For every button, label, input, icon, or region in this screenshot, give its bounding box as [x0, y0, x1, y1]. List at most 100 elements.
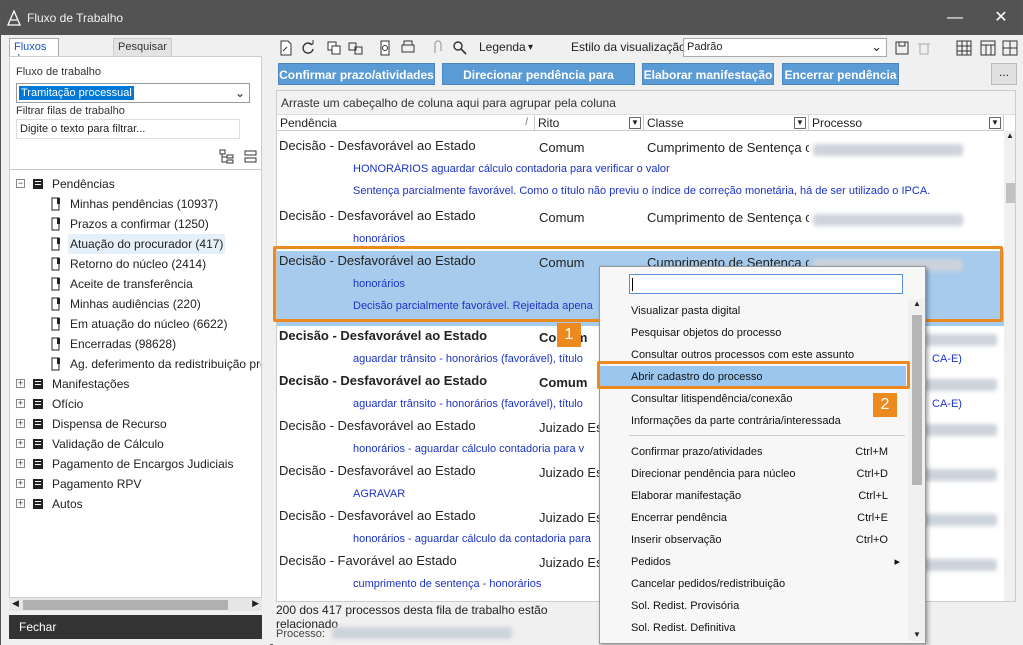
scroll-right-icon[interactable]: ▶	[252, 598, 259, 609]
tree-expander-icon[interactable]: +	[16, 459, 25, 468]
menu-item[interactable]: Confirmar prazo/atividades Ctrl+M	[600, 441, 906, 463]
filter-input[interactable]: Digite o texto para filtrar...	[16, 119, 240, 139]
cell-pendencia: Decisão - Desfavorável ao Estado	[279, 328, 488, 343]
more-actions-button[interactable]: ...	[991, 63, 1017, 85]
refresh-icon[interactable]	[299, 39, 317, 57]
tree-item[interactable]: Pagamento de Encargos Judiciais	[50, 454, 235, 474]
print-icon[interactable]	[399, 39, 417, 57]
close-pending-button[interactable]: Encerrar pendência	[782, 63, 899, 85]
tree-horizontal-scrollbar[interactable]: ◀ ▶	[9, 597, 262, 611]
search-document-icon[interactable]	[451, 39, 469, 57]
table-row[interactable]: Decisão - Desfavorável ao Estado Comum Cum…	[277, 206, 1004, 251]
queue-icon	[51, 277, 60, 291]
context-menu-scrollbar[interactable]: ▲ ▼	[908, 299, 925, 641]
tree-item[interactable]: Minhas pendências (10937)	[68, 194, 220, 214]
tab-fluxos[interactable]: Fluxos de trabalho	[9, 38, 59, 77]
action-buttons: Confirmar prazo/atividades Direcionar pe…	[273, 63, 1023, 104]
menu-item[interactable]: Informações da parte contrária/interessa…	[600, 410, 906, 432]
menu-item-shortcut: Ctrl+M	[855, 446, 888, 458]
cell-pendencia: Decisão - Desfavorável ao Estado	[279, 208, 476, 223]
filter-dropdown-icon[interactable]: ▼	[794, 117, 806, 129]
confirm-deadline-button[interactable]: Confirmar prazo/atividades	[278, 63, 435, 85]
tree-item[interactable]: Retorno do núcleo (2414)	[68, 254, 208, 274]
save-layout-icon[interactable]	[893, 39, 911, 57]
tree-item[interactable]: Pendências	[50, 174, 117, 194]
column-header-processo[interactable]: Processo ▼	[809, 115, 1004, 131]
tree-item[interactable]: Ofício	[50, 394, 85, 414]
expand-tree-icon[interactable]	[219, 149, 235, 165]
scroll-down-icon[interactable]: ▼	[913, 630, 921, 639]
grid-vertical-scrollbar[interactable]: ▲	[1004, 131, 1015, 601]
view-style-select[interactable]: Padrão ⌄	[683, 38, 887, 57]
menu-item[interactable]: Sol. Redist. Provisória	[600, 595, 906, 617]
menu-item[interactable]: Visualizar pasta digital	[600, 300, 906, 322]
export-grid-icon[interactable]	[1001, 39, 1019, 57]
scroll-up-icon[interactable]: ▲	[1006, 131, 1014, 140]
workflow-select[interactable]: Tramitação processual ⌄	[16, 83, 250, 103]
edit-document-icon[interactable]	[377, 39, 395, 57]
legend-dropdown[interactable]: Legenda	[479, 40, 526, 54]
copy-icon[interactable]	[325, 39, 343, 57]
tab-pesquisar[interactable]: Pesquisar	[113, 38, 172, 56]
tree-item[interactable]: Atuação do procurador (417)	[68, 234, 226, 254]
draft-manifestation-button[interactable]: Elaborar manifestação	[642, 63, 774, 85]
legend-dropdown-arrow-icon[interactable]: ▾	[528, 42, 533, 53]
collapse-tree-icon[interactable]	[243, 149, 259, 165]
menu-item-label: Pesquisar objetos do processo	[631, 327, 782, 339]
cell-classe: Cumprimento de Sentença c	[647, 210, 809, 225]
tree-item[interactable]: Aceite de transferência	[68, 274, 195, 294]
column-header-pendencia[interactable]: Pendência /	[277, 115, 535, 131]
tree-item[interactable]: Manifestações	[50, 374, 131, 394]
tree-item[interactable]: Pagamento RPV	[50, 474, 143, 494]
tree-expander-icon[interactable]: −	[16, 179, 25, 188]
tree-item[interactable]: Autos	[50, 494, 85, 514]
folder-icon	[33, 419, 43, 429]
column-header-rito[interactable]: Rito ▼	[535, 115, 644, 131]
filter-dropdown-icon[interactable]: ▼	[989, 117, 1001, 129]
tree-item[interactable]: Prazos a confirmar (1250)	[68, 214, 211, 234]
grid-layout-icon[interactable]	[955, 39, 973, 57]
folder-icon	[33, 379, 43, 389]
menu-item[interactable]: Inserir observação Ctrl+O	[600, 529, 906, 551]
tree-expander-icon[interactable]: +	[16, 379, 25, 388]
scroll-left-icon[interactable]: ◀	[12, 598, 19, 609]
columns-layout-icon[interactable]	[979, 39, 997, 57]
cell-rito: Comum	[539, 140, 585, 155]
tree-expander-icon[interactable]: +	[16, 499, 25, 508]
tree-item[interactable]: Dispensa de Recurso	[50, 414, 169, 434]
tree-expander-icon[interactable]: +	[16, 399, 25, 408]
tree-expander-icon[interactable]: +	[16, 479, 25, 488]
close-window-button[interactable]: ✕	[979, 1, 1023, 35]
menu-item[interactable]: Direcionar pendência para núcleo Ctrl+D	[600, 463, 906, 485]
route-to-nucleus-button[interactable]: Direcionar pendência para núcleo	[442, 63, 635, 104]
menu-item[interactable]: Sol. Redist. Definitiva	[600, 617, 906, 639]
minimize-button[interactable]: —	[933, 1, 977, 35]
delete-disabled-icon	[918, 43, 930, 55]
close-button[interactable]: Fechar	[9, 615, 262, 639]
tree-expander-icon[interactable]: +	[16, 419, 25, 428]
tree-item[interactable]: Em atuação do núcleo (6622)	[68, 314, 229, 334]
scroll-thumb[interactable]	[912, 315, 922, 485]
column-header-classe[interactable]: Classe ▼	[644, 115, 809, 131]
tree-item[interactable]: Validação de Cálculo	[50, 434, 166, 454]
tree-item[interactable]: Minhas audiências (220)	[68, 294, 203, 314]
filter-dropdown-icon[interactable]: ▼	[629, 117, 641, 129]
menu-item[interactable]: Pedidos ▸	[600, 551, 906, 573]
tree-item[interactable]: Ag. deferimento da redistribuição pro	[68, 354, 261, 374]
group-by-hint: Arraste um cabeçalho de coluna aqui para…	[277, 91, 1015, 115]
tree-item[interactable]: Encerradas (98628)	[68, 334, 178, 354]
menu-item[interactable]: Consultar litispendência/conexão	[600, 388, 906, 410]
new-document-icon[interactable]	[277, 39, 295, 57]
context-menu-search-input[interactable]	[629, 274, 903, 294]
duplicate-icon[interactable]	[347, 39, 365, 57]
menu-item[interactable]: Pesquisar objetos do processo	[600, 322, 906, 344]
table-row[interactable]: Decisão - Desfavorável ao Estado Comum Cum…	[277, 136, 1004, 206]
menu-item[interactable]: Encerrar pendência Ctrl+E	[600, 507, 906, 529]
tree-expander-icon[interactable]: +	[16, 439, 25, 448]
scroll-thumb[interactable]	[1006, 183, 1015, 203]
scroll-up-icon[interactable]: ▲	[913, 299, 921, 308]
scroll-thumb[interactable]	[23, 600, 228, 610]
cell-observation: aguardar trânsito - honorários (favoráve…	[353, 353, 583, 365]
menu-item[interactable]: Cancelar pedidos/redistribuição	[600, 573, 906, 595]
menu-item[interactable]: Elaborar manifestação Ctrl+L	[600, 485, 906, 507]
